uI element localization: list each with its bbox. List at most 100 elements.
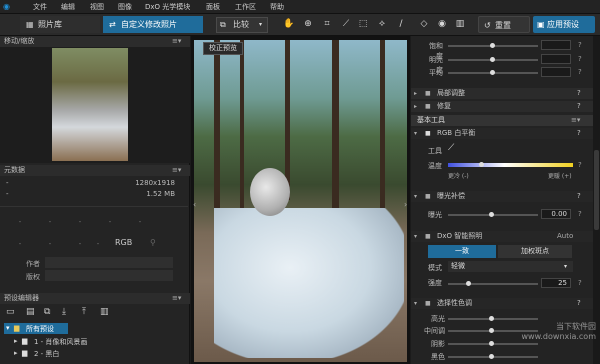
slider-knob[interactable]	[490, 57, 495, 62]
toggle-icon[interactable]: ■	[425, 88, 431, 99]
menu-view[interactable]: 视图	[90, 3, 104, 13]
caret-right-icon: ▸	[414, 90, 418, 97]
section-selective-tone[interactable]: ▾ ■ 选择性色调 ?	[411, 298, 593, 309]
eraser-tool-icon[interactable]: ◇	[418, 18, 430, 31]
section-smart-lighting[interactable]: ▾ ■ DxO 智能照明 Auto	[411, 231, 593, 242]
import-icon[interactable]: ⤓	[62, 307, 66, 317]
saturation-value[interactable]	[541, 40, 571, 50]
histogram-icon[interactable]: ▥	[454, 18, 466, 31]
section-local-adjust[interactable]: ▸ ■ 局部调整 ?	[411, 88, 593, 99]
toggle-icon[interactable]: ■	[425, 231, 431, 242]
menu-image[interactable]: 图像	[118, 3, 132, 13]
slider-knob[interactable]	[489, 316, 494, 321]
help-icon[interactable]: ?	[578, 279, 582, 287]
chevron-down-icon: ▾	[564, 263, 568, 270]
temperature-slider[interactable]	[448, 163, 573, 167]
tree-item-bw[interactable]: ▸ ▆ 2 - 黑白	[12, 348, 142, 359]
help-icon[interactable]: ?	[578, 41, 582, 49]
menu-file[interactable]: 文件	[33, 3, 47, 13]
export-icon[interactable]: ⤒	[82, 307, 86, 317]
warmer-label: 更暖 (+)	[548, 173, 572, 180]
perspective-tool-icon[interactable]: ⬚	[357, 18, 369, 31]
new-preset-icon[interactable]: ▭	[6, 307, 15, 317]
metadata-row-size: - 1.52 MB	[0, 189, 188, 200]
compare-button[interactable]: ⧉ 比较 ▾	[216, 17, 268, 33]
duplicate-icon[interactable]: ⧉	[44, 307, 50, 317]
apply-preset-button[interactable]: ▣ 应用预设	[533, 16, 595, 33]
panel-options-icon[interactable]: ≡▾	[172, 37, 181, 45]
toggle-icon[interactable]: ■	[425, 191, 431, 202]
menu-edit[interactable]: 编辑	[61, 3, 75, 13]
help-icon[interactable]: ?	[578, 161, 582, 169]
mode-select[interactable]: 轻微 ▾	[448, 261, 573, 272]
section-rgb-white-balance[interactable]: ▾ ■ RGB 白平衡 ?	[411, 128, 593, 139]
help-icon[interactable]: ?	[577, 128, 581, 139]
toggle-icon[interactable]: ■	[425, 101, 431, 112]
hand-tool-icon[interactable]: ✋	[283, 18, 295, 31]
help-icon[interactable]: ?	[578, 210, 582, 218]
tree-item-portrait-landscape[interactable]: ▸ ▆ 1 - 肖像和风景画	[12, 336, 142, 347]
average-value[interactable]	[541, 67, 571, 77]
help-icon[interactable]: ?	[577, 298, 581, 309]
tab-uniform[interactable]: 一致	[428, 245, 496, 258]
help-icon[interactable]: ?	[578, 55, 582, 63]
menu-workspace[interactable]: 工作区	[235, 3, 256, 13]
help-icon[interactable]: ?	[578, 68, 582, 76]
temperature-knob[interactable]	[479, 162, 484, 167]
slider-knob[interactable]	[489, 341, 494, 346]
new-folder-icon[interactable]: ▤	[26, 307, 35, 317]
tab-spot-weighted[interactable]: 加权斑点	[498, 245, 572, 258]
help-icon[interactable]: ?	[577, 101, 581, 112]
slider-knob[interactable]	[466, 281, 471, 286]
auto-label: Auto	[557, 232, 574, 240]
luminance-value[interactable]	[541, 54, 571, 64]
apply-preset-label: 应用预设	[547, 20, 579, 29]
horizon-tool-icon[interactable]: ∕	[395, 18, 407, 31]
caret-down-icon: ▾	[414, 193, 418, 200]
tab-photo-library[interactable]: ▦ 照片库	[20, 16, 100, 33]
toggle-icon[interactable]: ■	[425, 298, 431, 309]
slider-knob[interactable]	[490, 70, 495, 75]
eye-icon[interactable]: ◉	[436, 18, 448, 31]
blacks-label: 黑色	[431, 353, 445, 361]
navigator-thumbnail[interactable]	[52, 48, 128, 161]
slider-knob[interactable]	[489, 328, 494, 333]
menu-optics-modules[interactable]: DxO 光学模块	[145, 3, 190, 13]
strength-slider[interactable]	[448, 283, 538, 285]
reset-button[interactable]: ↺ 重置	[478, 16, 530, 33]
correction-preview-tooltip: 校正预览	[203, 42, 243, 55]
toggle-icon[interactable]: ■	[425, 128, 431, 139]
panel-options-icon[interactable]: ≡▾	[172, 166, 181, 174]
eyedropper-icon[interactable]: ⟋	[448, 143, 454, 153]
navigator-header: 移动/缩放	[0, 36, 190, 47]
reshape-tool-icon[interactable]: ⟡	[376, 18, 388, 31]
exposure-value[interactable]: 0.00	[541, 209, 571, 219]
basic-tools-header[interactable]: 基本工具 ≡▾	[411, 115, 593, 126]
slider-knob[interactable]	[489, 354, 494, 359]
copyright-field[interactable]	[45, 270, 173, 281]
tab-customize[interactable]: ⇄ 自定义修改照片	[103, 16, 203, 33]
help-icon[interactable]: ?	[577, 191, 581, 202]
scrollbar-thumb[interactable]	[594, 150, 599, 230]
panel-options-icon[interactable]: ≡▾	[172, 294, 181, 302]
menu-help[interactable]: 帮助	[270, 3, 284, 13]
section-title: 曝光补偿	[437, 192, 465, 200]
slider-knob[interactable]	[489, 212, 494, 217]
author-field[interactable]	[45, 257, 173, 268]
slider-knob[interactable]	[490, 43, 495, 48]
delete-icon[interactable]: ▥	[100, 307, 109, 317]
menu-panels[interactable]: 面板	[206, 3, 220, 13]
zoom-tool-icon[interactable]: ⊕	[302, 18, 314, 31]
strength-value[interactable]: 25	[541, 278, 571, 288]
chevron-right-icon[interactable]: ›	[404, 200, 407, 209]
crop-tool-icon[interactable]: ⌗	[321, 18, 333, 31]
help-icon[interactable]: ?	[577, 88, 581, 99]
panel-options-icon[interactable]: ≡▾	[571, 115, 580, 126]
chevron-left-icon[interactable]: ‹	[193, 200, 196, 209]
preset-editor-title: 预设编辑器	[4, 294, 39, 302]
section-repair[interactable]: ▸ ■ 修复 ?	[411, 101, 593, 112]
section-exposure[interactable]: ▾ ■ 曝光补偿 ?	[411, 191, 593, 202]
tree-item-all-presets[interactable]: ▾ ▆ 所有预设	[4, 323, 68, 334]
shadows-label: 阴影	[431, 340, 445, 348]
eyedropper-tool-icon[interactable]: ⟋	[340, 18, 352, 31]
